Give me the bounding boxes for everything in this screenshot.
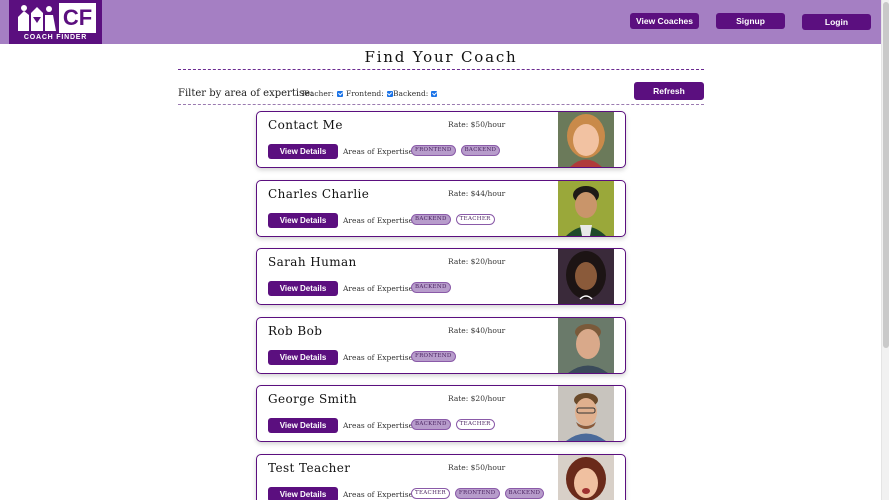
coach-name: Contact Me bbox=[268, 118, 343, 132]
expertise-badge: teacher bbox=[455, 214, 495, 225]
filter-backend[interactable]: Backend: bbox=[393, 89, 438, 98]
coach-photo bbox=[558, 181, 614, 236]
view-details-button[interactable]: View Details bbox=[268, 418, 338, 433]
expertise-badge: backend bbox=[504, 488, 545, 499]
backend-checkbox[interactable] bbox=[431, 90, 438, 97]
expertise-badge: frontend bbox=[454, 488, 500, 499]
coach-rate: Rate: $20/hour bbox=[448, 394, 506, 403]
filter-backend-label: Backend: bbox=[393, 89, 429, 98]
coach-name: George Smith bbox=[268, 392, 358, 406]
coach-name: Charles Charlie bbox=[268, 187, 370, 201]
expertise-label: Areas of Expertise: bbox=[343, 284, 416, 293]
coach-photo bbox=[558, 249, 614, 304]
coach-card: Sarah Human Rate: $20/hour View Details … bbox=[256, 248, 626, 305]
coach-rate: Rate: $20/hour bbox=[448, 257, 506, 266]
expertise-label: Areas of Expertise: bbox=[343, 353, 416, 362]
divider bbox=[178, 69, 704, 70]
frontend-checkbox[interactable] bbox=[386, 90, 393, 97]
login-button[interactable]: Login bbox=[802, 14, 871, 30]
expertise-badge: backend bbox=[411, 214, 451, 225]
coach-photo bbox=[558, 386, 614, 441]
filter-frontend-label: Frontend: bbox=[346, 89, 384, 98]
expertise-badges: backend bbox=[411, 282, 451, 293]
expertise-badges: frontend backend bbox=[411, 145, 501, 156]
expertise-badge: teacher bbox=[455, 419, 495, 430]
view-details-button[interactable]: View Details bbox=[268, 144, 338, 159]
coach-card: George Smith Rate: $20/hour View Details… bbox=[256, 385, 626, 442]
coach-name: Test Teacher bbox=[268, 461, 351, 475]
expertise-label: Areas of Expertise: bbox=[343, 216, 416, 225]
refresh-button[interactable]: Refresh bbox=[634, 82, 704, 100]
coaching-figures-icon bbox=[18, 5, 56, 31]
coach-name: Sarah Human bbox=[268, 255, 357, 269]
coach-card: Test Teacher Rate: $50/hour View Details… bbox=[256, 454, 626, 500]
filter-teacher[interactable]: Teacher: bbox=[301, 89, 343, 98]
top-navbar: CF COACH FINDER View Coaches Signup Logi… bbox=[0, 0, 881, 44]
expertise-badges: backend teacher bbox=[411, 419, 495, 430]
view-details-button[interactable]: View Details bbox=[268, 487, 338, 500]
view-details-button[interactable]: View Details bbox=[268, 350, 338, 365]
expertise-badges: teacher frontend backend bbox=[411, 488, 545, 499]
coach-rate: Rate: $50/hour bbox=[448, 463, 506, 472]
filter-teacher-label: Teacher: bbox=[301, 89, 334, 98]
coach-card: Rob Bob Rate: $40/hour View Details Area… bbox=[256, 317, 626, 374]
view-details-button[interactable]: View Details bbox=[268, 213, 338, 228]
view-details-button[interactable]: View Details bbox=[268, 281, 338, 296]
expertise-label: Areas of Expertise: bbox=[343, 421, 416, 430]
coach-photo bbox=[558, 318, 614, 373]
coach-rate: Rate: $44/hour bbox=[448, 189, 506, 198]
coach-photo bbox=[558, 455, 614, 500]
expertise-badge: frontend bbox=[411, 351, 456, 362]
expertise-badge: backend bbox=[411, 419, 451, 430]
page-title: Find Your Coach bbox=[364, 48, 518, 66]
coach-card: Charles Charlie Rate: $44/hour View Deta… bbox=[256, 180, 626, 237]
coach-card: Contact Me Rate: $50/hour View Details A… bbox=[256, 111, 626, 168]
expertise-label: Areas of Expertise: bbox=[343, 490, 416, 499]
logo-abbreviation: CF bbox=[59, 3, 96, 33]
expertise-badge: teacher bbox=[411, 488, 450, 499]
signup-button[interactable]: Signup bbox=[716, 13, 785, 29]
view-coaches-button[interactable]: View Coaches bbox=[630, 13, 699, 29]
teacher-checkbox[interactable] bbox=[336, 90, 343, 97]
expertise-badge: backend bbox=[411, 282, 451, 293]
filter-label: Filter by area of expertise: bbox=[178, 88, 314, 99]
expertise-badges: frontend bbox=[411, 351, 456, 362]
coach-rate: Rate: $40/hour bbox=[448, 326, 506, 335]
expertise-badge: frontend bbox=[411, 145, 456, 156]
divider bbox=[178, 104, 704, 105]
expertise-badge: backend bbox=[460, 145, 501, 156]
scrollbar-thumb[interactable] bbox=[883, 2, 889, 348]
coach-name: Rob Bob bbox=[268, 324, 323, 338]
vertical-scrollbar[interactable] bbox=[881, 0, 889, 500]
expertise-label: Areas of Expertise: bbox=[343, 147, 416, 156]
coach-photo bbox=[558, 112, 614, 167]
logo-text: COACH FINDER bbox=[23, 34, 88, 41]
coach-rate: Rate: $50/hour bbox=[448, 120, 506, 129]
expertise-badges: backend teacher bbox=[411, 214, 495, 225]
filter-frontend[interactable]: Frontend: bbox=[346, 89, 393, 98]
coach-finder-logo[interactable]: CF COACH FINDER bbox=[9, 0, 102, 44]
